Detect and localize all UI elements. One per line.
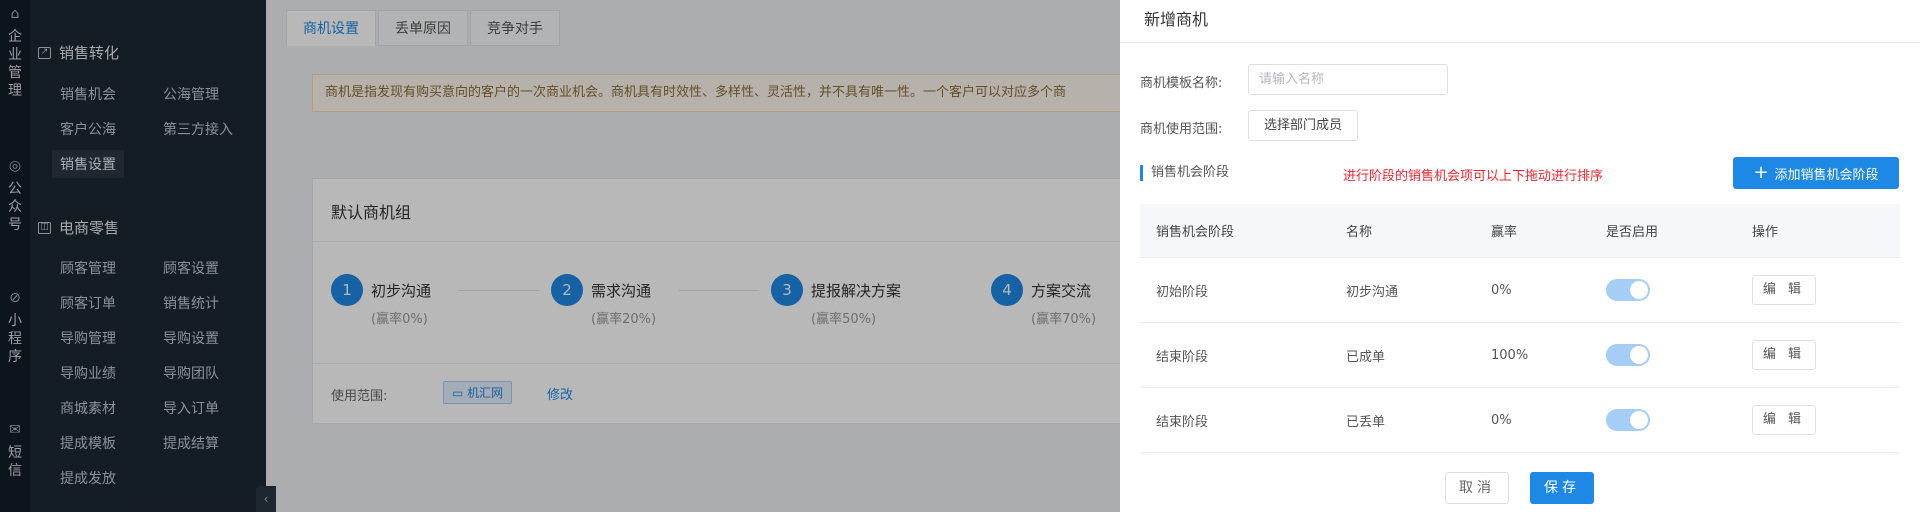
add-stage-button[interactable]: + 添加销售机会阶段 — [1733, 157, 1899, 189]
select-department-button[interactable]: 选择部门成员 — [1248, 110, 1359, 141]
enabled-toggle[interactable] — [1606, 409, 1650, 431]
column-header: 名称 — [1346, 225, 1373, 240]
stage-cell: 初始阶段 — [1156, 284, 1209, 300]
new-opportunity-drawer: 新增商机 商机模板名称: 商机使用范围: 选择部门成员 销售机会阶段 进行阶段的… — [1120, 0, 1920, 512]
save-button[interactable]: 保存 — [1530, 472, 1594, 504]
sort-hint: 进行阶段的销售机会项可以上下拖动进行排序 — [1343, 169, 1604, 184]
action-cell: 编 辑 — [1736, 275, 1900, 305]
plus-icon: + — [1753, 162, 1769, 183]
table-row[interactable]: 结束阶段 已成单 100% 编 辑 — [1140, 323, 1900, 388]
edit-button[interactable]: 编 辑 — [1752, 275, 1816, 305]
drawer-title: 新增商机 — [1144, 10, 1209, 29]
toggle-knob — [1630, 346, 1648, 364]
divider — [1120, 42, 1920, 43]
edit-button[interactable]: 编 辑 — [1752, 340, 1816, 370]
add-stage-label: 添加销售机会阶段 — [1774, 167, 1879, 183]
column-header: 操作 — [1752, 225, 1779, 240]
table-header: 销售机会阶段 名称 赢率 是否启用 操作 — [1140, 204, 1900, 258]
column-header: 是否启用 — [1606, 225, 1659, 240]
template-name-input[interactable] — [1248, 64, 1448, 95]
name-cell: 已成单 — [1346, 349, 1386, 365]
rate-cell: 100% — [1491, 347, 1529, 363]
table-row[interactable]: 结束阶段 已丢单 0% 编 辑 — [1140, 388, 1900, 453]
action-cell: 编 辑 — [1736, 405, 1900, 435]
toggle-knob — [1630, 281, 1648, 299]
stage-table: 销售机会阶段 名称 赢率 是否启用 操作 初始阶段 初步沟通 0% 编 辑 结束… — [1140, 204, 1900, 453]
template-name-label: 商机模板名称: — [1140, 76, 1223, 91]
section-title: 销售机会阶段 — [1140, 165, 1229, 181]
edit-button[interactable]: 编 辑 — [1752, 405, 1816, 435]
name-cell: 初步沟通 — [1346, 284, 1399, 300]
enabled-cell — [1590, 344, 1736, 366]
modal-overlay[interactable] — [0, 0, 1120, 512]
rate-cell: 0% — [1491, 282, 1512, 298]
cancel-button[interactable]: 取消 — [1445, 472, 1509, 504]
enabled-cell — [1590, 409, 1736, 431]
table-row[interactable]: 初始阶段 初步沟通 0% 编 辑 — [1140, 258, 1900, 323]
stage-cell: 结束阶段 — [1156, 349, 1209, 365]
action-cell: 编 辑 — [1736, 340, 1900, 370]
enabled-toggle[interactable] — [1606, 279, 1650, 301]
enabled-cell — [1590, 279, 1736, 301]
rate-cell: 0% — [1491, 412, 1512, 428]
column-header: 赢率 — [1491, 225, 1518, 240]
enabled-toggle[interactable] — [1606, 344, 1650, 366]
name-cell: 已丢单 — [1346, 414, 1386, 430]
scope-label: 商机使用范围: — [1140, 122, 1223, 137]
stage-cell: 结束阶段 — [1156, 414, 1209, 430]
toggle-knob — [1630, 411, 1648, 429]
column-header: 销售机会阶段 — [1156, 225, 1235, 240]
